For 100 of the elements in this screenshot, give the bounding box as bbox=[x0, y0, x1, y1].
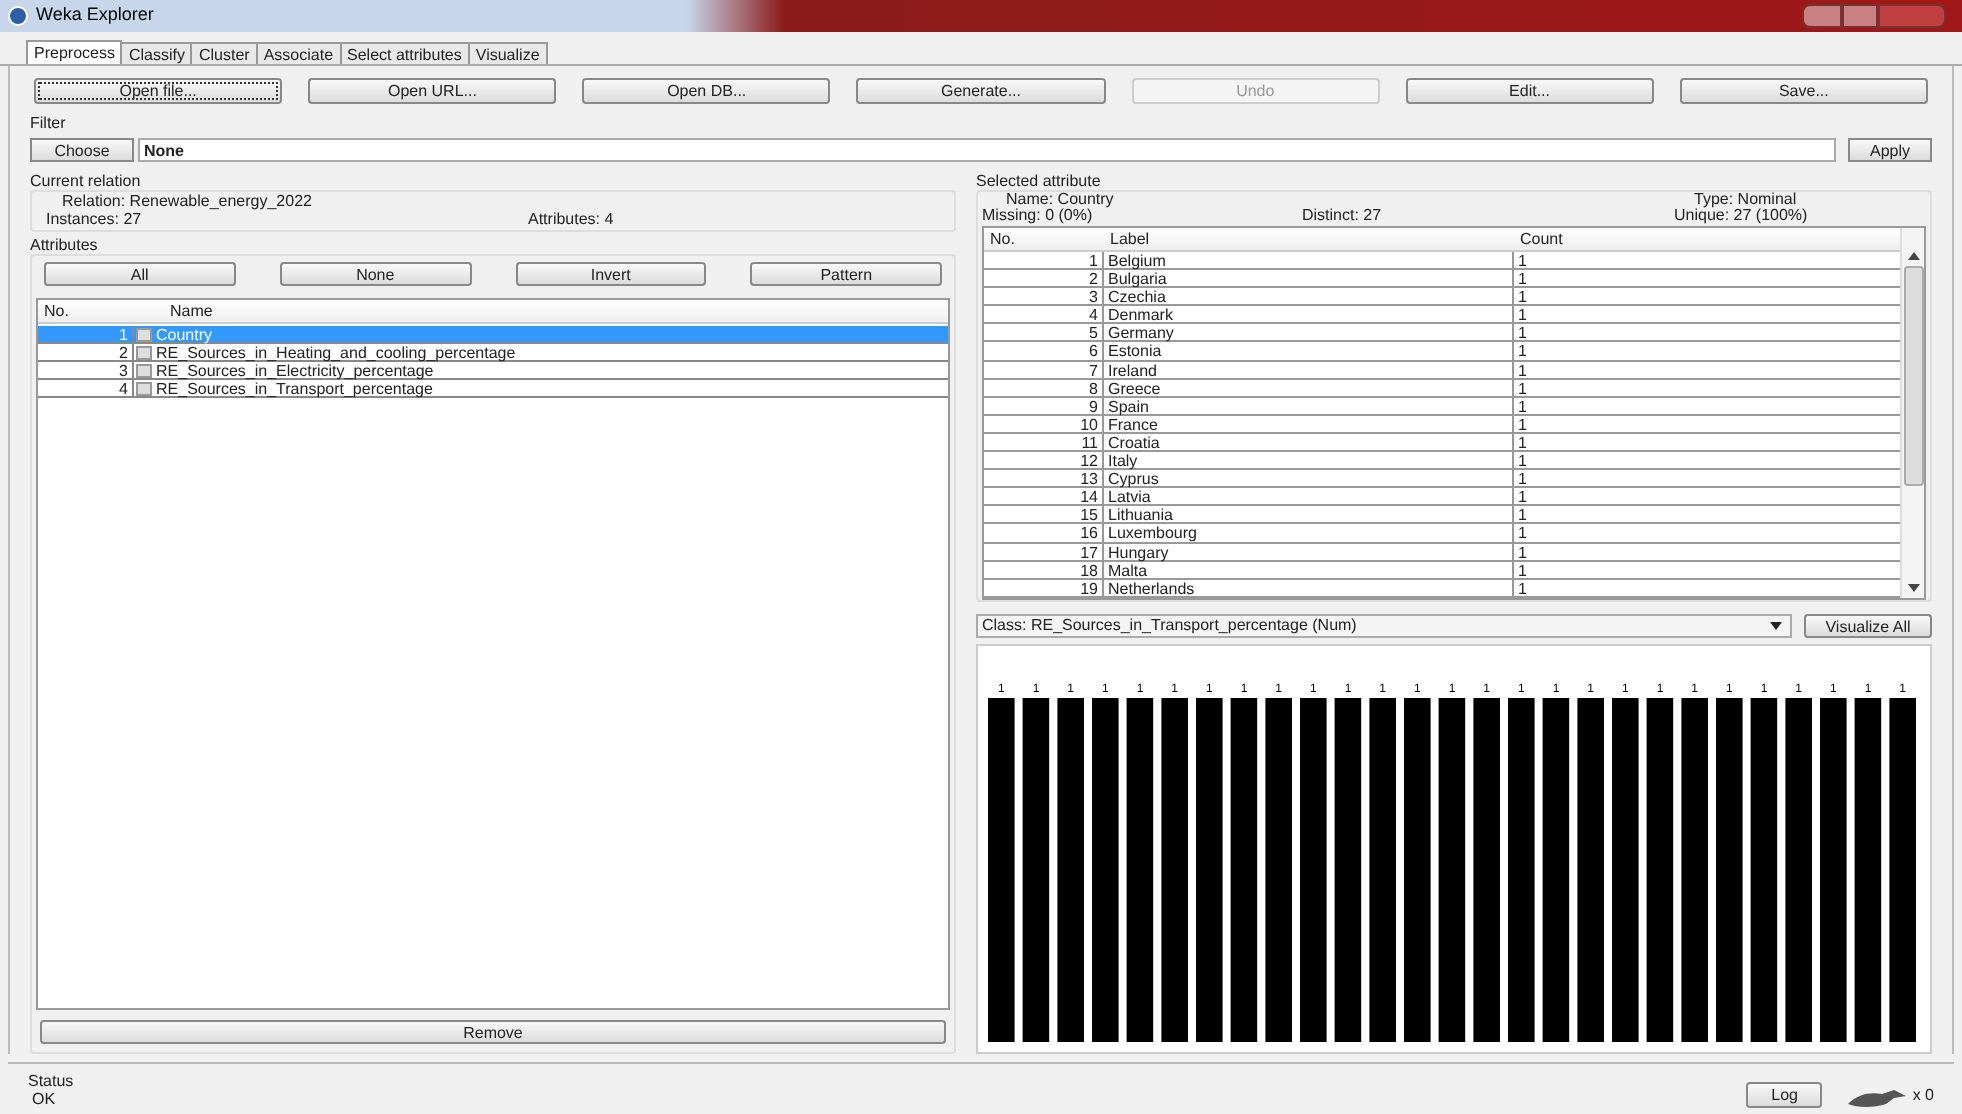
row-number: 8 bbox=[984, 379, 1104, 396]
table-cell: Spain bbox=[1104, 397, 1514, 414]
relation-text: Relation: Renewable_energy_2022 bbox=[60, 192, 314, 210]
unique-text: Unique: 27 (100%) bbox=[1672, 208, 1810, 224]
scroll-thumb[interactable] bbox=[1903, 266, 1923, 486]
checkbox[interactable] bbox=[136, 346, 152, 360]
column-header: Count bbox=[1518, 228, 1563, 250]
table-cell: Greece bbox=[1104, 379, 1514, 396]
row-number: 4 bbox=[38, 380, 134, 396]
table-cell: Latvia bbox=[1104, 488, 1514, 505]
attribute-row[interactable]: 2 RE_Sources_in_Heating_and_cooling_percentage bbox=[38, 344, 948, 362]
app-icon bbox=[8, 6, 28, 26]
class-dropdown[interactable]: Class: RE_Sources_in_Transport_percentage (Num) bbox=[976, 614, 1792, 638]
section-label: Selected attribute bbox=[976, 172, 1103, 190]
table-cell-text: 1 bbox=[1516, 324, 1527, 341]
table-cell: Belgium bbox=[1104, 252, 1514, 269]
row-number: 16 bbox=[984, 524, 1104, 541]
choose-button[interactable]: Choose bbox=[30, 138, 134, 162]
attribute-name: Country bbox=[154, 326, 213, 342]
status-message: OK bbox=[30, 1090, 58, 1108]
missing-text: Missing: 0 (0%) bbox=[982, 208, 1093, 224]
column-header: Label bbox=[1108, 228, 1152, 250]
table-cell-text: 1 bbox=[1516, 579, 1527, 596]
row-number: 2 bbox=[38, 344, 134, 360]
table-cell: Malta bbox=[1104, 561, 1514, 578]
section-label: Attributes bbox=[30, 236, 100, 254]
filter-field[interactable]: None bbox=[138, 138, 1836, 162]
table-cell-text: 1 bbox=[1516, 252, 1527, 269]
toolbar-button[interactable]: Open file... bbox=[34, 78, 283, 104]
attribute-row[interactable]: 3 RE_Sources_in_Electricity_percentage bbox=[38, 362, 948, 380]
attribute-button[interactable]: None bbox=[279, 262, 471, 286]
distinct-text: Distinct: 27 bbox=[1302, 208, 1384, 224]
table-cell: Luxembourg bbox=[1104, 524, 1514, 541]
tab[interactable]: Preprocess bbox=[26, 40, 123, 64]
table-cell-text: 1 bbox=[1516, 543, 1527, 560]
row-number: 5 bbox=[984, 324, 1104, 341]
toolbar-button[interactable]: Open URL... bbox=[308, 78, 557, 104]
scrollbar[interactable] bbox=[1900, 228, 1924, 598]
row-number: 9 bbox=[984, 397, 1104, 414]
attribute-button[interactable]: Invert bbox=[515, 262, 707, 286]
toolbar-button[interactable]: Save... bbox=[1679, 78, 1928, 104]
tab[interactable]: Classify bbox=[122, 42, 193, 64]
close-button[interactable] bbox=[1878, 4, 1946, 28]
row-number: 1 bbox=[984, 252, 1104, 269]
tab[interactable]: Visualize bbox=[469, 42, 548, 64]
apply-button[interactable]: Apply bbox=[1848, 138, 1932, 162]
tab[interactable]: Select attributes bbox=[341, 42, 470, 64]
table-cell-text: 1 bbox=[1516, 452, 1527, 469]
column-header: No. bbox=[42, 300, 71, 322]
table-cell-text: 1 bbox=[1516, 288, 1527, 305]
row-number: 11 bbox=[984, 433, 1104, 451]
table-cell-text: 1 bbox=[1516, 470, 1527, 487]
table-cell: Germany bbox=[1104, 324, 1514, 341]
attribute-button[interactable]: All bbox=[44, 262, 236, 286]
bird-icon bbox=[1846, 1088, 1911, 1108]
row-number: 12 bbox=[984, 452, 1104, 469]
table-cell: Czechia bbox=[1104, 288, 1514, 305]
visualize-all-button[interactable]: Visualize All bbox=[1804, 614, 1932, 638]
tab[interactable]: Cluster bbox=[192, 42, 258, 64]
table-cell: Bulgaria bbox=[1104, 270, 1514, 287]
table-cell-text: 1 bbox=[1516, 524, 1527, 541]
row-number: 3 bbox=[984, 288, 1104, 305]
type-text: Type: Nominal bbox=[1692, 192, 1799, 208]
log-button[interactable]: Log bbox=[1746, 1082, 1823, 1108]
checkbox[interactable] bbox=[136, 364, 152, 378]
table-cell-text: 1 bbox=[1516, 561, 1527, 578]
table-cell: Cyprus bbox=[1104, 470, 1514, 487]
table-cell-text: 1 bbox=[1516, 270, 1527, 287]
minimize-button[interactable] bbox=[1802, 4, 1842, 28]
attribute-name: RE_Sources_in_Heating_and_cooling_percentage bbox=[154, 344, 516, 360]
checkbox[interactable] bbox=[136, 328, 152, 342]
remove-button[interactable]: Remove bbox=[40, 1020, 946, 1044]
table-cell-text: 1 bbox=[1516, 379, 1527, 396]
table-cell-text: 1 bbox=[1516, 433, 1527, 451]
attribute-button[interactable]: Pattern bbox=[750, 262, 942, 286]
checkbox[interactable] bbox=[136, 382, 152, 396]
attributes-count-text: Attributes: 4 bbox=[528, 210, 614, 228]
scroll-up-icon[interactable] bbox=[1907, 252, 1919, 260]
maximize-button[interactable] bbox=[1842, 4, 1878, 28]
row-number: 13 bbox=[984, 470, 1104, 487]
toolbar-button[interactable]: Edit... bbox=[1405, 78, 1654, 104]
section-label: Status bbox=[28, 1074, 76, 1090]
scroll-down-icon[interactable] bbox=[1907, 584, 1919, 592]
attribute-name: RE_Sources_in_Transport_percentage bbox=[154, 380, 433, 396]
toolbar-button[interactable]: Generate... bbox=[856, 78, 1106, 104]
section-label: Current relation bbox=[30, 172, 143, 190]
attribute-name: RE_Sources_in_Electricity_percentage bbox=[154, 362, 434, 378]
row-number: 2 bbox=[984, 270, 1104, 287]
tab[interactable]: Associate bbox=[257, 42, 342, 64]
row-number: 6 bbox=[984, 342, 1104, 360]
table-cell: Italy bbox=[1104, 452, 1514, 469]
row-number: 17 bbox=[984, 543, 1104, 560]
column-header: No. bbox=[988, 228, 1017, 250]
row-number: 10 bbox=[984, 415, 1104, 432]
attribute-row[interactable]: 4 RE_Sources_in_Transport_percentage bbox=[38, 380, 948, 398]
section-label: Filter bbox=[30, 114, 68, 132]
row-number: 18 bbox=[984, 561, 1104, 578]
row-number: 19 bbox=[984, 579, 1104, 596]
table-cell: Lithuania bbox=[1104, 506, 1514, 523]
toolbar-button[interactable]: Open DB... bbox=[582, 78, 831, 104]
